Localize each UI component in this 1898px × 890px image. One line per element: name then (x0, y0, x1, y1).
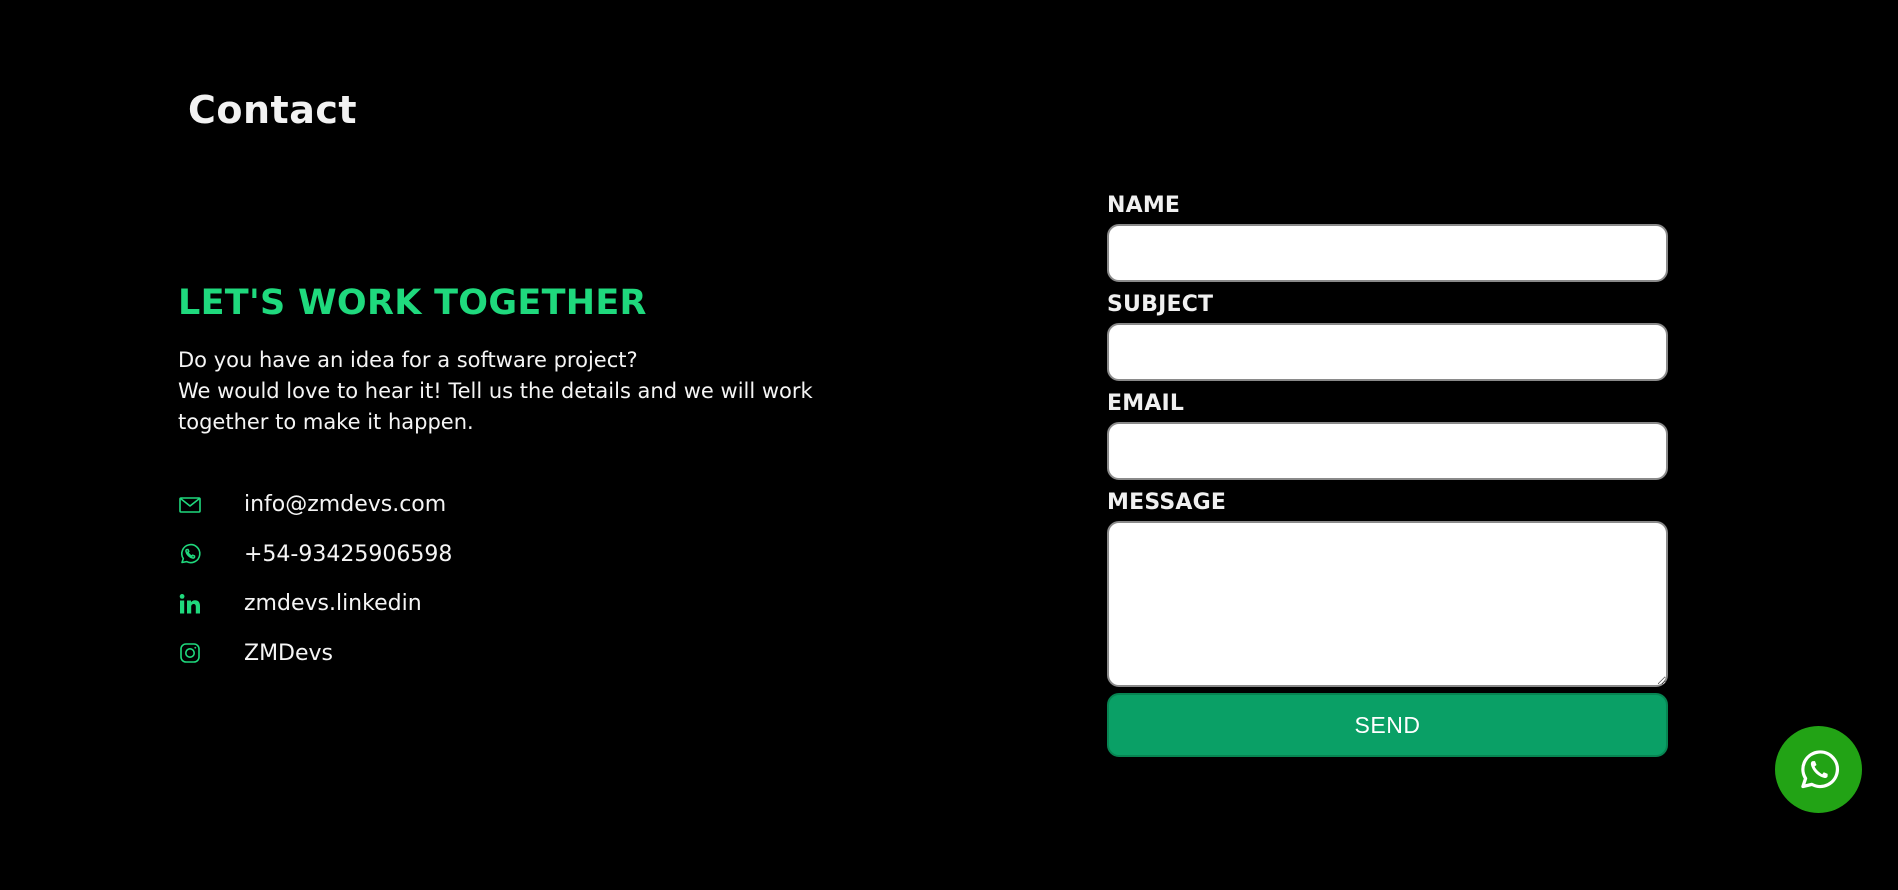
subject-label: SUBJECT (1107, 292, 1214, 317)
whatsapp-icon (178, 542, 202, 566)
intro-text: Do you have an idea for a software proje… (178, 345, 858, 438)
name-field[interactable] (1107, 224, 1668, 282)
mail-icon (178, 493, 202, 517)
contact-form: NAME SUBJECT EMAIL MESSAGE SEND (1107, 192, 1668, 757)
whatsapp-float-button[interactable] (1775, 726, 1862, 813)
contact-phone[interactable]: +54-93425906598 (178, 530, 858, 580)
contact-phone-value[interactable]: +54-93425906598 (244, 542, 452, 567)
linkedin-icon (178, 592, 202, 616)
subject-field[interactable] (1107, 323, 1668, 381)
instagram-icon (178, 641, 202, 665)
whatsapp-icon (1796, 747, 1842, 793)
intro-line: together to make it happen. (178, 410, 474, 434)
contact-instagram-value[interactable]: ZMDevs (244, 641, 333, 666)
message-field[interactable] (1107, 521, 1668, 687)
intro-line: We would love to hear it! Tell us the de… (178, 379, 813, 403)
email-field[interactable] (1107, 422, 1668, 480)
contact-linkedin[interactable]: zmdevs.linkedin (178, 579, 858, 629)
contact-linkedin-value[interactable]: zmdevs.linkedin (244, 591, 422, 616)
intro-line: Do you have an idea for a software proje… (178, 348, 638, 372)
section-title: Contact (188, 88, 358, 132)
email-label: EMAIL (1107, 391, 1185, 416)
message-label: MESSAGE (1107, 490, 1227, 515)
headline: LET'S WORK TOGETHER (178, 283, 647, 323)
contact-email[interactable]: info@zmdevs.com (178, 480, 858, 530)
contact-instagram[interactable]: ZMDevs (178, 629, 858, 679)
contact-email-value[interactable]: info@zmdevs.com (244, 492, 446, 517)
contact-page: Contact LET'S WORK TOGETHER Do you have … (0, 0, 1898, 890)
name-label: NAME (1107, 193, 1181, 218)
send-button[interactable]: SEND (1107, 693, 1668, 757)
contact-list: info@zmdevs.com +54-93425906598 zmdevs.l… (178, 480, 858, 678)
contact-info: LET'S WORK TOGETHER Do you have an idea … (178, 283, 858, 678)
